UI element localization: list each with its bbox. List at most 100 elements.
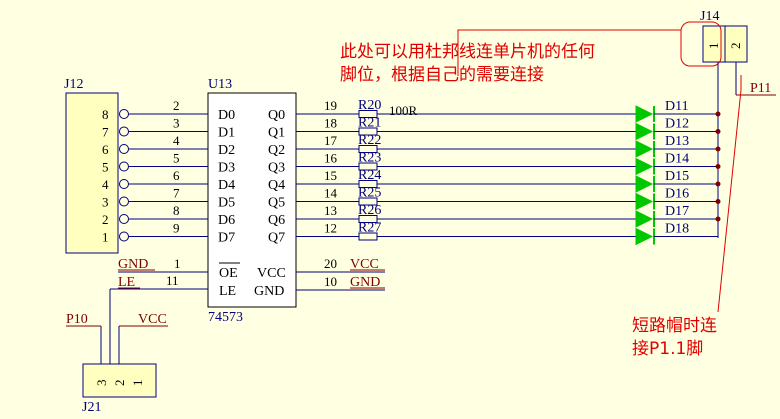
j14-header: J14 1 2 P11 xyxy=(680,9,776,96)
oe-pin-name: OE xyxy=(219,266,238,281)
u13-left-pin-name: D4 xyxy=(218,178,235,193)
j12-pin-circle xyxy=(119,126,129,137)
schematic-svg: J12 87654321 U13 74573 2D0 Q0193D1 Q1184D2… xyxy=(64,9,776,415)
j12-pin-number: 8 xyxy=(102,107,109,122)
j14-pin-1: 1 xyxy=(706,43,721,50)
bus-junction-dot xyxy=(715,164,721,169)
resistor-value: 100R xyxy=(389,103,418,118)
j12-pin-number: 6 xyxy=(102,142,109,157)
u13-right-pin-name: Q2 xyxy=(268,143,285,158)
j12-pin-circle xyxy=(119,231,129,242)
u13-right-pin-name: Q4 xyxy=(268,178,285,193)
j12-pin-number: 1 xyxy=(102,230,109,245)
j21-designator: J21 xyxy=(82,400,101,415)
annotation-top-line2: 脚位，根据自己的需要连接 xyxy=(340,65,544,85)
led-triangle xyxy=(635,210,654,228)
u13-left-pin-number: 5 xyxy=(173,151,180,166)
u13-left-pin-number: 7 xyxy=(173,186,180,201)
u13-right-pin-name: Q1 xyxy=(268,126,285,141)
led-triangle xyxy=(635,192,654,211)
u13-left-pin-name: D7 xyxy=(218,231,235,246)
vcc-pin-number: 20 xyxy=(324,256,337,271)
j12-header: J12 xyxy=(64,77,119,254)
schematic-canvas: J12 87654321 U13 74573 2 D0 Q0 19 3 D1 Q1 18 4 D2… xyxy=(0,0,780,419)
j12-designator: J12 xyxy=(64,77,83,92)
j14-pin-2: 2 xyxy=(728,43,743,50)
j12-body xyxy=(65,92,119,254)
u13-right-pin-name: Q5 xyxy=(268,196,285,211)
j21-pin-3: 3 xyxy=(94,380,109,387)
j21-pin-1: 1 xyxy=(130,380,145,387)
u13-left-pin-name: D0 xyxy=(218,108,235,123)
u13-right-pin-number: 17 xyxy=(324,133,338,148)
led-label: D14 xyxy=(665,152,689,167)
u13-data-rows: 2 D0 Q0 19 3 D1 Q1 18 4 D2 Q2 17 5 D3 Q3 16 6 D4 Q4 15 7 D5 Q5… xyxy=(129,98,338,246)
led-label: D13 xyxy=(665,134,689,149)
u13-right-pin-number: 15 xyxy=(324,168,337,183)
annotation-bottom-line1: 短路帽时连 xyxy=(632,316,717,336)
le-pin-number: 11 xyxy=(166,273,179,288)
j12-pin-number: 2 xyxy=(102,212,109,227)
annotation-bottom-line2: 接P1.1脚 xyxy=(632,339,703,359)
led-label: D18 xyxy=(665,222,689,237)
led-label: D11 xyxy=(665,99,689,114)
u13-left-pin-number: 9 xyxy=(173,221,180,236)
bus-junction-dot xyxy=(715,199,721,204)
u13-left-pin-name: D5 xyxy=(218,196,235,211)
le-pin-name: LE xyxy=(219,284,236,299)
j12-pin-number: 3 xyxy=(102,195,109,210)
u13-left-pin-name: D1 xyxy=(218,126,235,141)
resistor-label: R23 xyxy=(358,151,381,166)
resistor-label: R21 xyxy=(358,116,381,131)
j12-pin-circle xyxy=(119,196,129,207)
annotation-top-line1: 此处可以用杜邦线连单片机的任何 xyxy=(340,42,595,62)
u13-left-pin-number: 4 xyxy=(173,133,180,148)
bus-junction-dot xyxy=(715,146,721,152)
u13-left-pin-name: D2 xyxy=(218,143,235,158)
led-triangle xyxy=(635,140,654,158)
p11-net: P11 xyxy=(750,81,771,96)
u13-right-pin-number: 14 xyxy=(324,186,338,201)
resistor-label: R24 xyxy=(358,168,381,183)
bus-junction-dot xyxy=(715,181,721,187)
bus-junction-dot xyxy=(715,111,721,117)
u13-right-pin-name: Q0 xyxy=(268,108,285,123)
j12-pin-circle xyxy=(119,144,129,154)
annotation-bottom-leader xyxy=(717,75,742,313)
bus-junction-dot xyxy=(715,129,721,134)
resistor-label: R20 xyxy=(358,98,381,113)
u13-right-pin-number: 12 xyxy=(324,221,337,236)
oe-pin-number: 1 xyxy=(174,256,181,271)
output-rows: R20 D11 R21 D12 R22 D13 R23 D14 R24 D15 R25 D16 R26 D… xyxy=(296,98,718,246)
u13-right-pin-number: 19 xyxy=(324,98,337,113)
led-triangle xyxy=(635,122,654,141)
j12-pin-number: 4 xyxy=(102,177,109,192)
led-triangle xyxy=(635,157,654,176)
u13-right-pin-name: Q3 xyxy=(268,161,285,176)
u13-designator: U13 xyxy=(208,77,232,92)
j12-pin-number: 7 xyxy=(102,125,109,140)
led-label: D17 xyxy=(665,204,689,219)
j12-pin-circle xyxy=(119,109,129,119)
gnd-pin-name: GND xyxy=(254,284,284,299)
j12-pin-circle xyxy=(119,179,129,189)
led-label: D12 xyxy=(665,117,689,132)
led-triangle xyxy=(635,175,654,193)
j21-pin-2: 2 xyxy=(112,380,127,387)
bus-junction-dot xyxy=(715,216,721,222)
u13-right-pin-name: Q6 xyxy=(268,213,285,228)
p10-net: P10 xyxy=(66,312,88,327)
led-label: D15 xyxy=(665,169,689,184)
u13-left-pin-number: 8 xyxy=(173,203,180,218)
gnd-pin-number: 10 xyxy=(324,274,337,289)
u13-right-pin-name: Q7 xyxy=(268,231,285,246)
u13-part: 74573 xyxy=(208,310,243,325)
vcc-j21-net: VCC xyxy=(138,312,167,327)
resistor-label: R25 xyxy=(358,186,381,201)
led-triangle xyxy=(635,227,654,246)
vcc-pin-name: VCC xyxy=(257,266,286,281)
led-triangle xyxy=(635,105,654,123)
resistor-label: R22 xyxy=(358,133,381,148)
j12-pin-number: 5 xyxy=(102,160,109,175)
j12-pin-circle xyxy=(119,161,129,172)
